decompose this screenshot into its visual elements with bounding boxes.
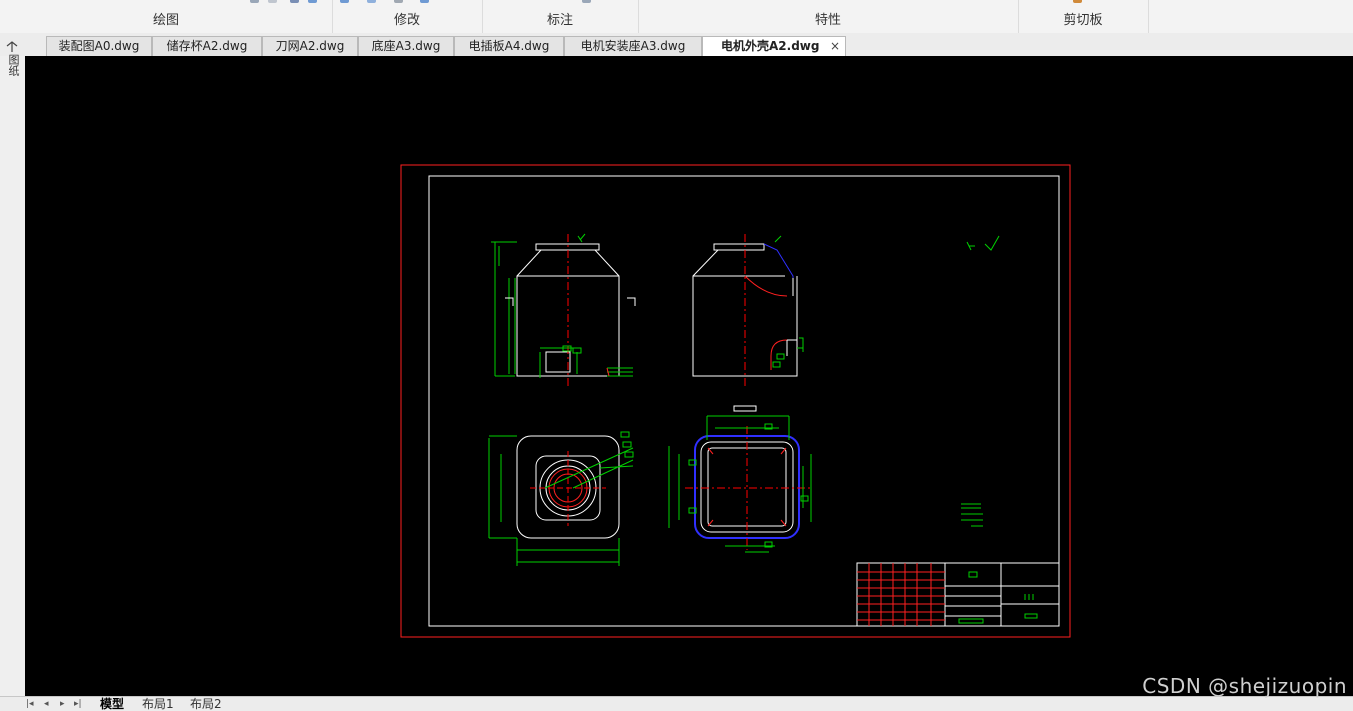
modify-tool-icon[interactable] [394,0,403,3]
file-tab-label: 电插板A4.dwg [468,39,550,53]
side-view [692,234,804,386]
ribbon-group-dimension: 标注 [482,0,639,33]
ribbon-group-draw: 绘图 [0,0,333,33]
file-tab-label: 电机安装座A3.dwg [580,39,686,53]
ribbon-group-label: 特性 [814,13,841,28]
cad-drawing [400,164,1071,638]
clipboard-tools[interactable] [1018,0,1148,4]
modify-tools[interactable] [332,0,482,4]
tab-layout1[interactable]: 布局1 [142,697,174,711]
modify-tool-icon[interactable] [367,0,376,3]
file-tab-label: 底座A3.dwg [371,39,441,53]
ribbon-group-properties: 特性 [638,0,1019,33]
side-panel-label: 图纸 [7,54,20,76]
sheet-outer-border [400,164,1071,638]
next-layout-button[interactable]: ▸ [60,697,65,711]
file-tab-label: 电机外壳A2.dwg [721,39,820,53]
side-panel-toggle[interactable]: 图纸 [3,40,21,88]
dimension-tools[interactable] [482,0,638,4]
section-view [668,405,812,553]
file-tab-label: 储存杯A2.dwg [166,39,248,53]
draw-tool-icon[interactable] [308,0,317,3]
title-block [856,562,1060,627]
first-layout-button[interactable]: |◂ [26,697,34,711]
ribbon-group-label: 剪切板 [1063,13,1103,28]
file-tab[interactable]: 储存杯A2.dwg [152,36,262,56]
last-layout-button[interactable]: ▸| [74,697,82,711]
tab-layout2[interactable]: 布局2 [190,697,222,711]
file-tab[interactable]: 电插板A4.dwg [454,36,564,56]
ribbon-group-label: 修改 [393,13,420,28]
left-side-strip [0,56,25,696]
file-tab[interactable]: 装配图A0.dwg [46,36,152,56]
top-view [488,431,634,566]
ribbon-group-clipboard: 剪切板 [1018,0,1149,33]
technical-notes [961,503,983,527]
file-tab[interactable]: 刀网A2.dwg [262,36,358,56]
ribbon-group-modify: 修改 [332,0,483,33]
ribbon: 绘图 修改 标注 特性 剪切板 [0,0,1353,34]
drawing-canvas[interactable] [25,56,1353,696]
file-tab-label: 装配图A0.dwg [58,39,140,53]
ribbon-group-label: 绘图 [152,13,179,28]
draw-tool-icon[interactable] [290,0,299,3]
file-tab-active[interactable]: 电机外壳A2.dwg × [702,36,846,57]
file-tab[interactable]: 电机安装座A3.dwg [564,36,702,56]
draw-tool-icon[interactable] [250,0,259,3]
draw-tools[interactable] [0,0,332,4]
tab-model[interactable]: 模型 [100,697,124,711]
modify-tool-icon[interactable] [340,0,349,3]
roughness-symbol [966,235,1000,251]
close-icon[interactable]: × [830,37,840,56]
previous-layout-button[interactable]: ◂ [44,697,49,711]
ribbon-group-label: 标注 [546,13,573,28]
front-view [491,233,636,386]
file-tab-label: 刀网A2.dwg [275,39,345,53]
watermark: CSDN @shejizuopin [1142,674,1347,698]
file-tab[interactable]: 底座A3.dwg [358,36,454,56]
layout-tab-bar: |◂ ◂ ▸ ▸| 模型 布局1 布局2 [0,696,1353,711]
modify-tool-icon[interactable] [420,0,429,3]
paste-icon[interactable] [1073,0,1082,3]
draw-tool-icon[interactable] [268,0,277,3]
dimension-tool-icon[interactable] [582,0,591,3]
